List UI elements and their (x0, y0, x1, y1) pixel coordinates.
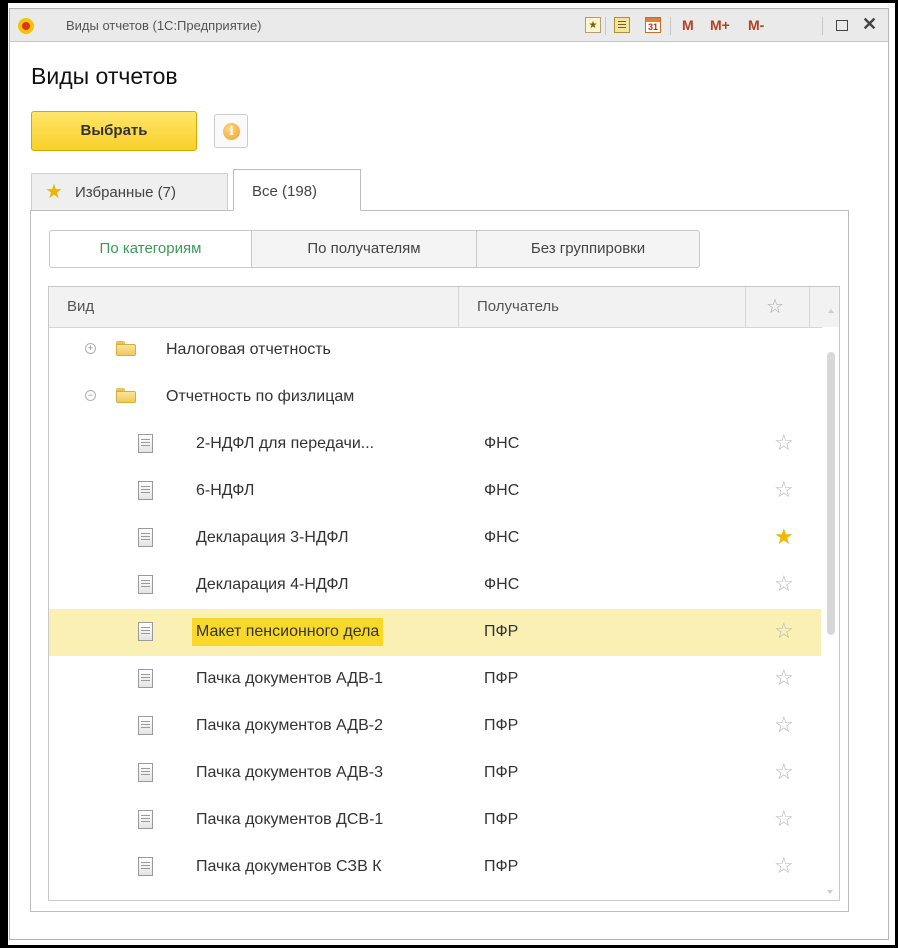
report-name: Пачка документов АДВ-2 (196, 717, 383, 734)
tab-all[interactable]: Все (198) (233, 169, 361, 211)
table-row[interactable]: Пачка документов СЗВ К ПФР ☆ (49, 844, 821, 891)
calendar-icon[interactable]: 31 (645, 17, 661, 33)
maximize-icon[interactable] (836, 20, 848, 31)
document-icon (138, 810, 153, 829)
expand-plus-icon[interactable]: + (85, 343, 96, 354)
info-button[interactable]: i (214, 114, 248, 148)
column-header-recipient[interactable]: Получатель (477, 298, 559, 315)
window-title: Виды отчетов (1С:Предприятие) (66, 18, 262, 33)
memory-minus-button[interactable]: M- (748, 17, 764, 33)
memory-plus-button[interactable]: M+ (710, 17, 730, 33)
document-icon (138, 575, 153, 594)
no-grouping-button[interactable]: Без группировки (476, 230, 700, 268)
report-name: Пачка документов АДВ-1 (196, 670, 383, 687)
star-outline-icon[interactable]: ☆ (774, 620, 794, 642)
document-icon (138, 622, 153, 641)
close-icon[interactable]: ✕ (862, 14, 877, 35)
document-icon (138, 481, 153, 500)
table-row[interactable]: Пачка документов ДСВ-1 ПФР ☆ (49, 797, 821, 844)
recipient-cell: ФНС (484, 435, 520, 452)
recipient-cell: ПФР (484, 764, 519, 781)
group-row[interactable]: + Налоговая отчетность (49, 327, 821, 374)
column-header-vid[interactable]: Вид (67, 298, 94, 315)
document-icon (138, 716, 153, 735)
calculator-icon[interactable] (614, 17, 630, 33)
table-row[interactable]: Пачка документов АДВ-3 ПФР ☆ (49, 750, 821, 797)
document-icon (138, 857, 153, 876)
table-row-selected[interactable]: Макет пенсионного дела ПФР ☆ (49, 609, 821, 656)
recipient-cell: ПФР (484, 858, 519, 875)
toolbar-separator (605, 17, 606, 35)
collapse-minus-icon[interactable]: − (85, 390, 96, 401)
favorites-icon[interactable]: ★ (585, 17, 601, 33)
report-types-table: Вид Получатель ☆ + Налоговая отчетность … (48, 286, 840, 901)
star-outline-icon[interactable]: ☆ (774, 808, 794, 830)
star-outline-icon[interactable]: ☆ (774, 667, 794, 689)
page-title: Виды отчетов (31, 63, 178, 89)
memory-m-button[interactable]: M (682, 17, 694, 33)
recipient-cell: ПФР (484, 717, 519, 734)
folder-icon (116, 388, 136, 403)
column-divider (809, 287, 810, 327)
document-icon (138, 528, 153, 547)
toolbar-separator (822, 17, 823, 35)
group-by-recipient-button[interactable]: По получателям (251, 230, 477, 268)
document-icon (138, 434, 153, 453)
star-outline-icon[interactable]: ☆ (774, 714, 794, 736)
document-icon (138, 669, 153, 688)
title-bar: Виды отчетов (1С:Предприятие) ★ 31 M M+ … (10, 9, 888, 42)
report-name: Декларация 4-НДФЛ (196, 576, 349, 593)
tab-all-label: Все (198) (252, 183, 318, 200)
tab-favorites-label: Избранные (7) (75, 184, 176, 201)
folder-icon (116, 341, 136, 356)
column-divider (458, 287, 459, 327)
scroll-down-arrow-icon[interactable] (827, 890, 833, 894)
group-label: Отчетность по физлицам (166, 388, 355, 405)
star-outline-icon[interactable]: ☆ (774, 432, 794, 454)
group-row[interactable]: − Отчетность по физлицам (49, 374, 821, 421)
select-button[interactable]: Выбрать (31, 111, 197, 151)
recipient-cell: ФНС (484, 529, 520, 546)
report-name: Пачка документов АДВ-3 (196, 764, 383, 781)
recipient-cell: ФНС (484, 576, 520, 593)
report-name: 2-НДФЛ для передачи... (196, 435, 375, 452)
scroll-up-arrow-icon[interactable] (828, 309, 834, 313)
table-row[interactable]: Пачка документов АДВ-2 ПФР ☆ (49, 703, 821, 750)
report-name: Пачка документов СЗВ К (196, 858, 382, 875)
star-outline-icon[interactable]: ☆ (774, 855, 794, 877)
report-name: Декларация 3-НДФЛ (196, 529, 349, 546)
scrollbar-thumb[interactable] (827, 352, 835, 635)
table-row[interactable]: 6-НДФЛ ФНС ☆ (49, 468, 821, 515)
star-icon: ★ (45, 181, 63, 203)
report-name: Макет пенсионного дела (192, 618, 384, 646)
info-icon: i (223, 123, 240, 140)
table-row[interactable]: Пачка документов АДВ-1 ПФР ☆ (49, 656, 821, 703)
table-header: Вид Получатель ☆ (49, 287, 839, 328)
document-icon (138, 763, 153, 782)
report-name: Пачка документов ДСВ-1 (196, 811, 384, 828)
table-row[interactable]: Декларация 4-НДФЛ ФНС ☆ (49, 562, 821, 609)
group-by-category-button[interactable]: По категориям (49, 230, 252, 268)
table-row[interactable]: 2-НДФЛ для передачи... ФНС ☆ (49, 421, 821, 468)
table-row[interactable]: Декларация 3-НДФЛ ФНС ★ (49, 515, 821, 562)
recipient-cell: ФНС (484, 482, 520, 499)
star-outline-icon[interactable]: ☆ (774, 573, 794, 595)
toolbar-separator (670, 17, 671, 35)
recipient-cell: ПФР (484, 670, 519, 687)
recipient-cell: ПФР (484, 811, 519, 828)
group-label: Налоговая отчетность (166, 341, 331, 358)
column-divider (745, 287, 746, 327)
tab-favorites[interactable]: ★ Избранные (7) (31, 173, 228, 211)
1c-logo-icon (18, 18, 34, 34)
star-filled-icon[interactable]: ★ (774, 526, 794, 548)
report-name: 6-НДФЛ (196, 482, 255, 499)
recipient-cell: ПФР (484, 623, 519, 640)
star-outline-icon[interactable]: ☆ (774, 761, 794, 783)
column-header-favorite-star-icon[interactable]: ☆ (766, 297, 784, 317)
report-types-window: Виды отчетов (1С:Предприятие) ★ 31 M M+ … (9, 8, 889, 940)
star-outline-icon[interactable]: ☆ (774, 479, 794, 501)
vertical-scrollbar[interactable] (822, 327, 839, 900)
